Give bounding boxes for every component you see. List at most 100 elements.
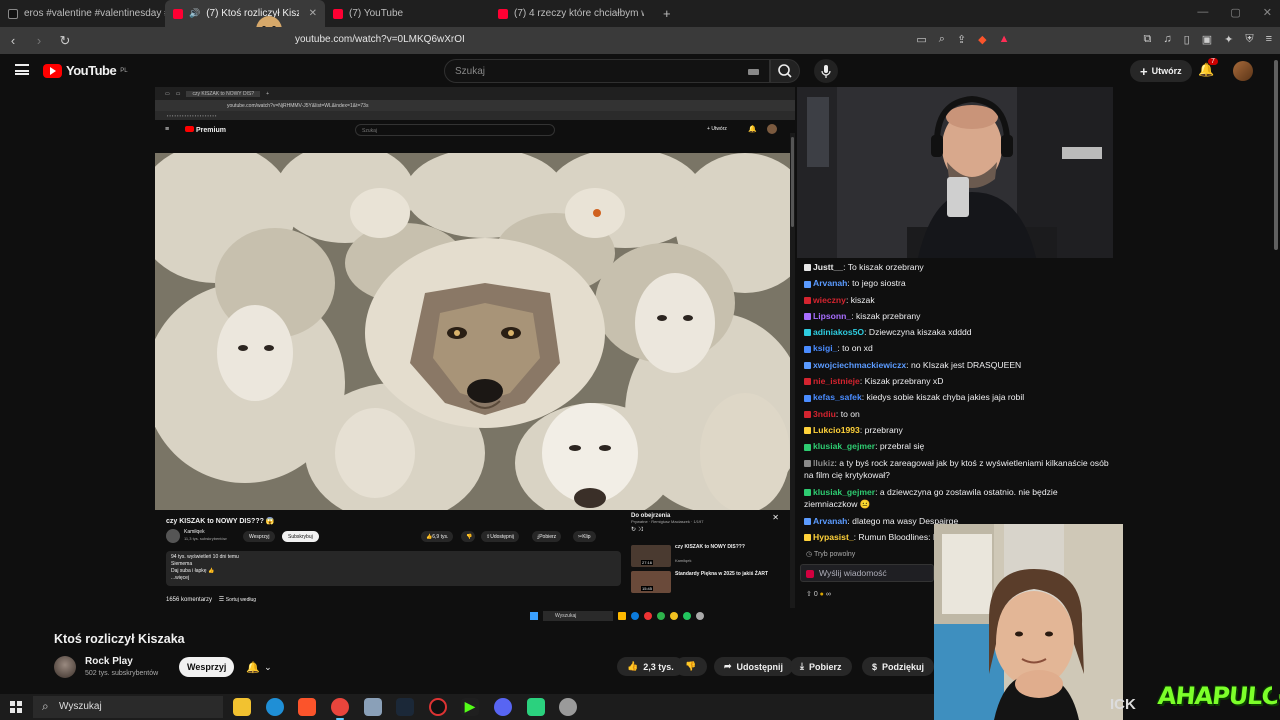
tab-youtube-home[interactable]: (7) YouTube <box>325 0 490 27</box>
address-bar: ‹ › ↻ youtube.com/watch?v=0LMKQ6wXrOI ▭ … <box>0 27 1280 54</box>
chat-username[interactable]: 3ndiu <box>813 409 836 419</box>
keyboard-icon[interactable] <box>748 69 759 75</box>
video-player[interactable]: ▭ ▭ czy KISZAK to NOWY DIS? + youtube.com/w… <box>155 87 795 608</box>
voice-search-button[interactable] <box>814 59 838 83</box>
chat-username[interactable]: wieczny <box>813 295 846 305</box>
tab-video-other[interactable]: (7) 4 rzeczy które chciałbym wiedzieć <box>490 0 655 27</box>
chrome-icon[interactable] <box>331 698 349 720</box>
chat-text: a ty byś rock zareagował jak by ktoś z w… <box>804 457 1109 481</box>
settings-app-icon[interactable] <box>559 698 577 716</box>
vpn-icon[interactable]: ⛨ <box>1245 33 1253 46</box>
zoom-icon[interactable]: ⌕ <box>939 33 945 46</box>
chat-app-icon[interactable] <box>527 698 545 716</box>
chat-username[interactable]: Arvanah <box>813 278 847 288</box>
chat-username[interactable]: Arvanah <box>813 516 847 526</box>
kick-icon[interactable]: ▶ <box>461 698 479 716</box>
page-scrollbar[interactable] <box>1272 54 1280 694</box>
youtube-logo[interactable]: YouTube PL <box>43 63 128 78</box>
chat-username[interactable]: adiniakos5O <box>813 327 864 337</box>
chat-username[interactable]: Lipsonn_ <box>813 311 851 321</box>
tab-active-video[interactable]: 🔊 (7) Ktoś rozliczył Kiszaka - Yo ✕ <box>165 0 325 27</box>
sidebar-icon[interactable]: ▯ <box>1184 33 1190 46</box>
chat-badge-icon <box>804 427 811 435</box>
thanks-button[interactable]: $ Podziękuj <box>862 657 935 676</box>
chat-input[interactable]: Wyślij wiadomość <box>800 564 934 582</box>
brave-shield-icon[interactable]: ◆ <box>978 33 986 46</box>
like-button[interactable]: 👍 2,3 tys. <box>617 657 684 676</box>
chat-username[interactable]: klusiak_gejmer <box>813 441 875 451</box>
edge-icon[interactable] <box>266 698 284 716</box>
share-button[interactable]: ➦ Udostępnij <box>714 657 794 676</box>
inner-dislike-button: 👎 <box>461 531 475 542</box>
chat-username[interactable]: ksigi_ <box>813 343 837 353</box>
minimize-icon[interactable]: — <box>1197 6 1208 19</box>
channel-subscribers: 502 tys. subskrybentów <box>85 670 159 677</box>
inner-taskbar-search: Wyszukaj <box>543 611 613 621</box>
back-icon[interactable]: ‹ <box>0 33 26 48</box>
file-explorer-icon[interactable] <box>233 698 251 716</box>
search-input[interactable]: Szukaj <box>444 59 770 83</box>
new-tab-button[interactable]: + <box>655 0 679 27</box>
support-button[interactable]: Wesprzyj <box>179 657 235 677</box>
chat-username[interactable]: xwojciechmackiewiczx <box>813 360 906 370</box>
inner-support-button: Wesprzyj <box>243 531 276 542</box>
chat-message: llukiz: a ty byś rock zareagował jak by … <box>804 457 1109 481</box>
chat-username[interactable]: Lukcio1993 <box>813 425 860 435</box>
dislike-button[interactable]: 👎 <box>675 657 707 676</box>
maximize-icon[interactable]: ▢ <box>1230 6 1240 19</box>
hamburger-menu-icon[interactable] <box>15 64 29 75</box>
menu-icon[interactable]: ≡ <box>1266 33 1272 46</box>
chat-username[interactable]: Hypasist_ <box>813 532 854 542</box>
wallet-icon[interactable]: ▣ <box>1202 33 1212 46</box>
search-button[interactable] <box>770 59 800 83</box>
chat-username[interactable]: kefas_safek <box>813 392 862 402</box>
close-icon[interactable]: ✕ <box>309 8 317 19</box>
chat-username[interactable]: nie_istnieje <box>813 376 860 386</box>
inner-taskbar: Wyszukaj <box>530 609 790 623</box>
share-icon[interactable]: ⇪ <box>957 33 966 46</box>
audio-icon[interactable]: 🔊 <box>189 8 200 19</box>
inner-url: youtube.com/watch?v=NjRHMMV-J5Y&list=WL&… <box>155 100 795 111</box>
windows-start-icon[interactable] <box>10 701 22 713</box>
media-icon[interactable]: ♫ <box>1163 33 1171 46</box>
brave-rewards-icon[interactable]: ▲ <box>999 33 1010 46</box>
extensions-icon[interactable]: ⧉ <box>1144 33 1152 46</box>
inner-subscribe-button: Subskrybuj <box>282 531 319 542</box>
browser-toolbar: ▭ ⌕ ⇪ ◆ ▲ ⧉ ♫ ▯ ▣ ✦ ⛨ ≡ <box>916 33 1272 46</box>
channel-avatar[interactable] <box>54 656 76 678</box>
reload-icon[interactable]: ↻ <box>52 33 78 49</box>
channel-name[interactable]: Rock Play <box>85 656 133 667</box>
chat-badge-icon <box>804 345 811 353</box>
inner-bell-icon: 🔔 <box>748 126 757 133</box>
tab-tiktok[interactable]: eros #valentine #valentinesday #wal <box>0 0 165 27</box>
chat-username[interactable]: Justt__ <box>813 262 843 272</box>
chat-text: przebral się <box>879 441 925 452</box>
steam-icon[interactable] <box>396 698 414 716</box>
inner-clip-button: ✂ Klip <box>573 531 596 542</box>
app-icon[interactable] <box>364 698 382 716</box>
create-button[interactable]: + Utwórz <box>1130 60 1192 82</box>
obs-icon[interactable] <box>429 698 447 716</box>
bell-icon: 🔔 <box>246 661 261 674</box>
inner-channel-name: Kamiłqek <box>184 529 205 535</box>
youtube-header: YouTube PL Szukaj + Utwórz 🔔 7 <box>0 54 1280 88</box>
chat-badge-icon <box>804 329 811 337</box>
thanks-icon: $ <box>872 661 878 672</box>
url-field[interactable]: youtube.com/watch?v=0LMKQ6wXrOI <box>295 34 465 45</box>
chat-username[interactable]: klusiak_gejmer <box>813 487 875 497</box>
chat-badge-icon <box>804 517 811 525</box>
leo-icon[interactable]: ✦ <box>1224 33 1233 46</box>
channel-points[interactable]: ⇧ 0 ● ∞ <box>806 590 831 598</box>
brave-icon[interactable] <box>298 698 316 716</box>
forward-icon[interactable]: › <box>26 33 52 48</box>
avatar[interactable] <box>1233 61 1253 81</box>
chat-text: przebrany <box>864 424 903 435</box>
inner-download-button: ⤓ Pobierz <box>532 531 562 542</box>
taskbar-search-input[interactable]: Wyszukaj <box>33 696 223 718</box>
close-window-icon[interactable]: ✕ <box>1263 6 1272 19</box>
download-button[interactable]: ⤓ Pobierz <box>790 657 852 676</box>
cast-icon[interactable]: ▭ <box>916 33 926 46</box>
notification-settings-button[interactable]: 🔔 ⌄ <box>240 657 278 677</box>
discord-icon[interactable] <box>494 698 512 716</box>
chat-username[interactable]: llukiz <box>813 458 835 468</box>
